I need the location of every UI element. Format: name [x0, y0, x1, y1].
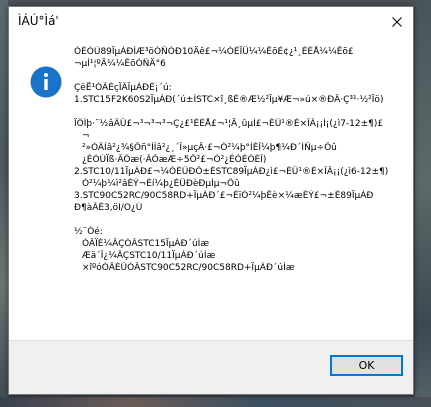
- message-line: 2.STC10/11ÏµÁÐ£¬¼ÓÈÜÐÔ±ÈSTC89ÏµÁÐ¿ì£¬ÈÜ¹…: [74, 167, 389, 177]
- desktop-background-right: [415, 0, 431, 407]
- message-line: ½¨Òé:: [74, 227, 103, 237]
- message-line: Æä´Î¿¼ÂÇSTC10/11ÏµÁÐ´úÌæ: [82, 251, 216, 261]
- message-line: Ó²¼þ¼ì²âÈÝ¬Èí¼þ¿ÉÜÐèÐµÌµ¬Õû: [82, 179, 240, 189]
- message-line: ¬µÍ¹¦ºÄ¼¼ÊõÒÑÄ°6: [74, 59, 166, 69]
- message-line: ¿ÉÓÚÏß·ÂÖæ(·ÂÕæÆ÷5Ô²£¬Ò²¿ÉÓÉÓÈÎ): [82, 155, 267, 165]
- message-content: ÓÉÓÚ89ÏµÁÐÍÆ³öÒÑÓÐ10Äê£¬¼ÓÉÏÜ¼¼ÊõÉ¢¿¹¸ÉÈ…: [9, 36, 413, 342]
- message-gap: [74, 106, 404, 118]
- button-area: OK: [9, 340, 413, 394]
- message-box-dialog: ÌÁÚ°Ìáʾ ÓÉÓÚ89ÏµÁÐÍÆ³öÒÑÓÐ10Äê£¬¼ÓÉÏÜ¼¼Ê…: [8, 6, 414, 395]
- title-bar[interactable]: ÌÁÚ°Ìáʾ: [9, 7, 413, 36]
- message-line: ÇëË¹ÓÃÈçÏÂÏµÁÐÈ¡´ú:: [74, 83, 172, 93]
- info-icon: [30, 66, 62, 98]
- message-gap: [74, 214, 404, 226]
- close-button[interactable]: [380, 7, 413, 36]
- message-gap: [74, 70, 404, 82]
- message-line: ÏÖÌþ·¨½âÃÜ£¬³¬³¬³¬Ç¿£¹ÉÈÅ£¬¹¦Ä¸ûµÍ£¬ÈÜ¹®…: [74, 119, 384, 129]
- message-line: 3.STC90C52RC/90C58RD+ÏµÁÐ´£¬ÈïÓ²¼þÊè×¼æÈ…: [74, 191, 374, 201]
- window-title: ÌÁÚ°Ìáʾ: [18, 14, 60, 28]
- message-line: ¬: [82, 131, 90, 141]
- message-text: ÓÉÓÚ89ÏµÁÐÍÆ³öÒÑÓÐ10Äê£¬¼ÓÉÏÜ¼¼ÊõÉ¢¿¹¸ÉÈ…: [74, 46, 404, 274]
- message-line: Ð¶àÃÈ3,öI/O¿Ú: [74, 203, 143, 213]
- desktop-background-bottom: [0, 397, 431, 407]
- desktop-background-left: [0, 0, 8, 407]
- close-icon: [391, 16, 402, 27]
- message-line: ²»ÓÃÍâ²¿¾§Õñ°ÍÍâ²¿¸´Î»µçÂ·£¬Ó²¼þ°ÍÈÎ¼þ¶¼…: [82, 143, 337, 153]
- message-line: ×îºóÓÂÉÛÓÃSTC90C52RC/90C58RD+ÏµÁÐ´úÌæ: [82, 263, 295, 273]
- ok-button[interactable]: OK: [330, 355, 403, 376]
- message-line: 1.STC15F2K60S2ÏµÁÐ(´ú±ÍSTC×î¸ßÈ®Æ½²Ïµ¥Æ¬…: [74, 95, 384, 105]
- message-line: ÓÉÓÚ89ÏµÁÐÍÆ³öÒÑÓÐ10Äê£¬¼ÓÉÏÜ¼¼ÊõÉ¢¿¹¸ÉÈ…: [74, 47, 354, 57]
- message-line: ÒÂÏÈ¼ÂÇÓÃSTC15ÏµÁÐ´úÌæ: [82, 239, 210, 249]
